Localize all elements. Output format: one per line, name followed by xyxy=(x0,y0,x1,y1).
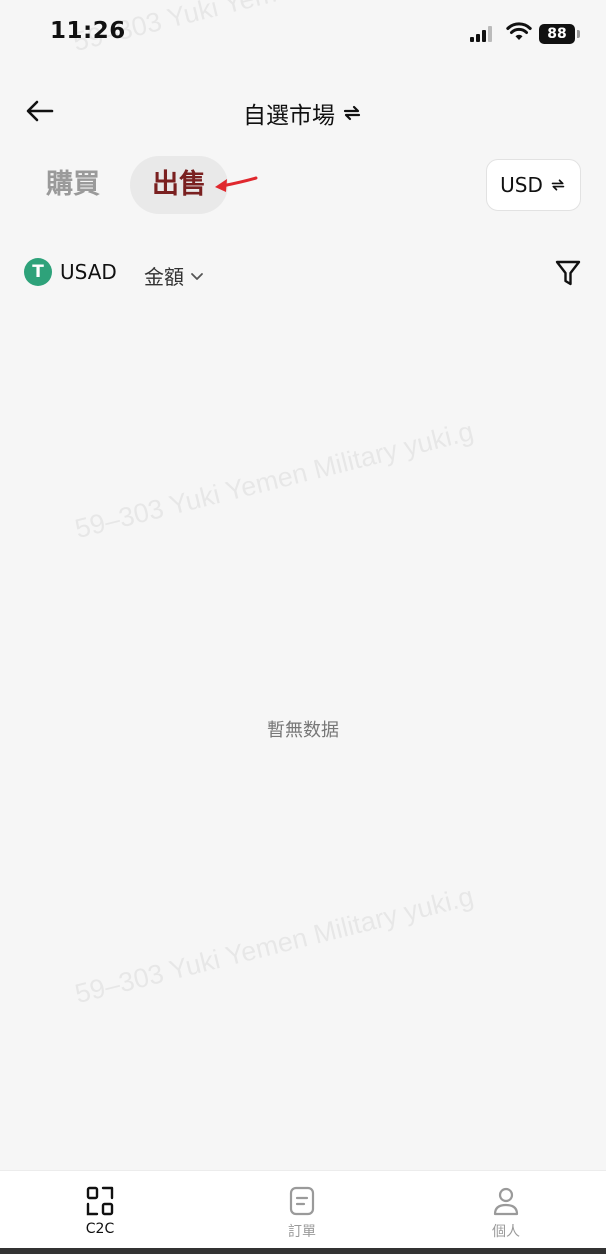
nav-c2c-label: C2C xyxy=(85,1221,115,1237)
nav-orders-label: 訂單 xyxy=(288,1224,316,1240)
header-title-wrap: 自選市場 xyxy=(0,96,606,130)
tether-logo-icon: T xyxy=(24,258,52,286)
currency-label: USD xyxy=(500,173,543,197)
bottom-nav: C2C 訂單 個人 xyxy=(0,1170,606,1248)
status-bar: 11:26 88 xyxy=(0,0,606,66)
red-arrow-annotation xyxy=(215,176,258,192)
page-title: 自選市場 xyxy=(243,103,335,129)
coin-selector[interactable]: T USAD xyxy=(24,258,117,286)
currency-switch-button[interactable]: USD xyxy=(486,159,581,211)
amount-dropdown[interactable]: 金額 xyxy=(144,261,204,290)
battery-tip xyxy=(577,30,580,38)
swap-icon xyxy=(551,179,565,191)
swap-icon xyxy=(343,105,361,121)
nav-c2c[interactable]: C2C xyxy=(60,1185,140,1237)
filter-row: T USAD 金額 xyxy=(24,252,584,294)
bottom-edge-bar xyxy=(0,1248,606,1254)
coin-name: USAD xyxy=(60,260,117,284)
watermark: 59–303 Yuki Yemen Military yuki.g xyxy=(72,415,477,545)
wifi-icon xyxy=(506,22,532,40)
signal-icon xyxy=(470,26,494,42)
nav-profile-label: 個人 xyxy=(492,1224,520,1240)
nav-profile[interactable]: 個人 xyxy=(466,1185,546,1241)
trade-tabs: 購買 出售 xyxy=(30,156,228,214)
orders-icon xyxy=(289,1186,315,1216)
status-time: 11:26 xyxy=(50,18,126,44)
profile-icon xyxy=(493,1187,519,1216)
filter-icon[interactable] xyxy=(554,258,582,288)
amount-label: 金額 xyxy=(144,265,184,289)
header: 自選市場 xyxy=(0,80,606,146)
c2c-icon xyxy=(86,1186,114,1216)
empty-state-text: 暫無数据 xyxy=(267,720,339,741)
tab-buy[interactable]: 購買 xyxy=(30,156,116,214)
market-switch-button[interactable]: 自選市場 xyxy=(243,96,363,130)
chevron-down-icon xyxy=(191,273,203,280)
watermark: 59–303 Yuki Yemen Military yuki.g xyxy=(72,880,477,1010)
nav-orders[interactable]: 訂單 xyxy=(262,1185,342,1241)
battery-icon: 88 xyxy=(539,24,575,44)
c2c-market-screen: 59–303 Yuki Yemen Military yuki.g 59–303… xyxy=(0,0,606,1254)
